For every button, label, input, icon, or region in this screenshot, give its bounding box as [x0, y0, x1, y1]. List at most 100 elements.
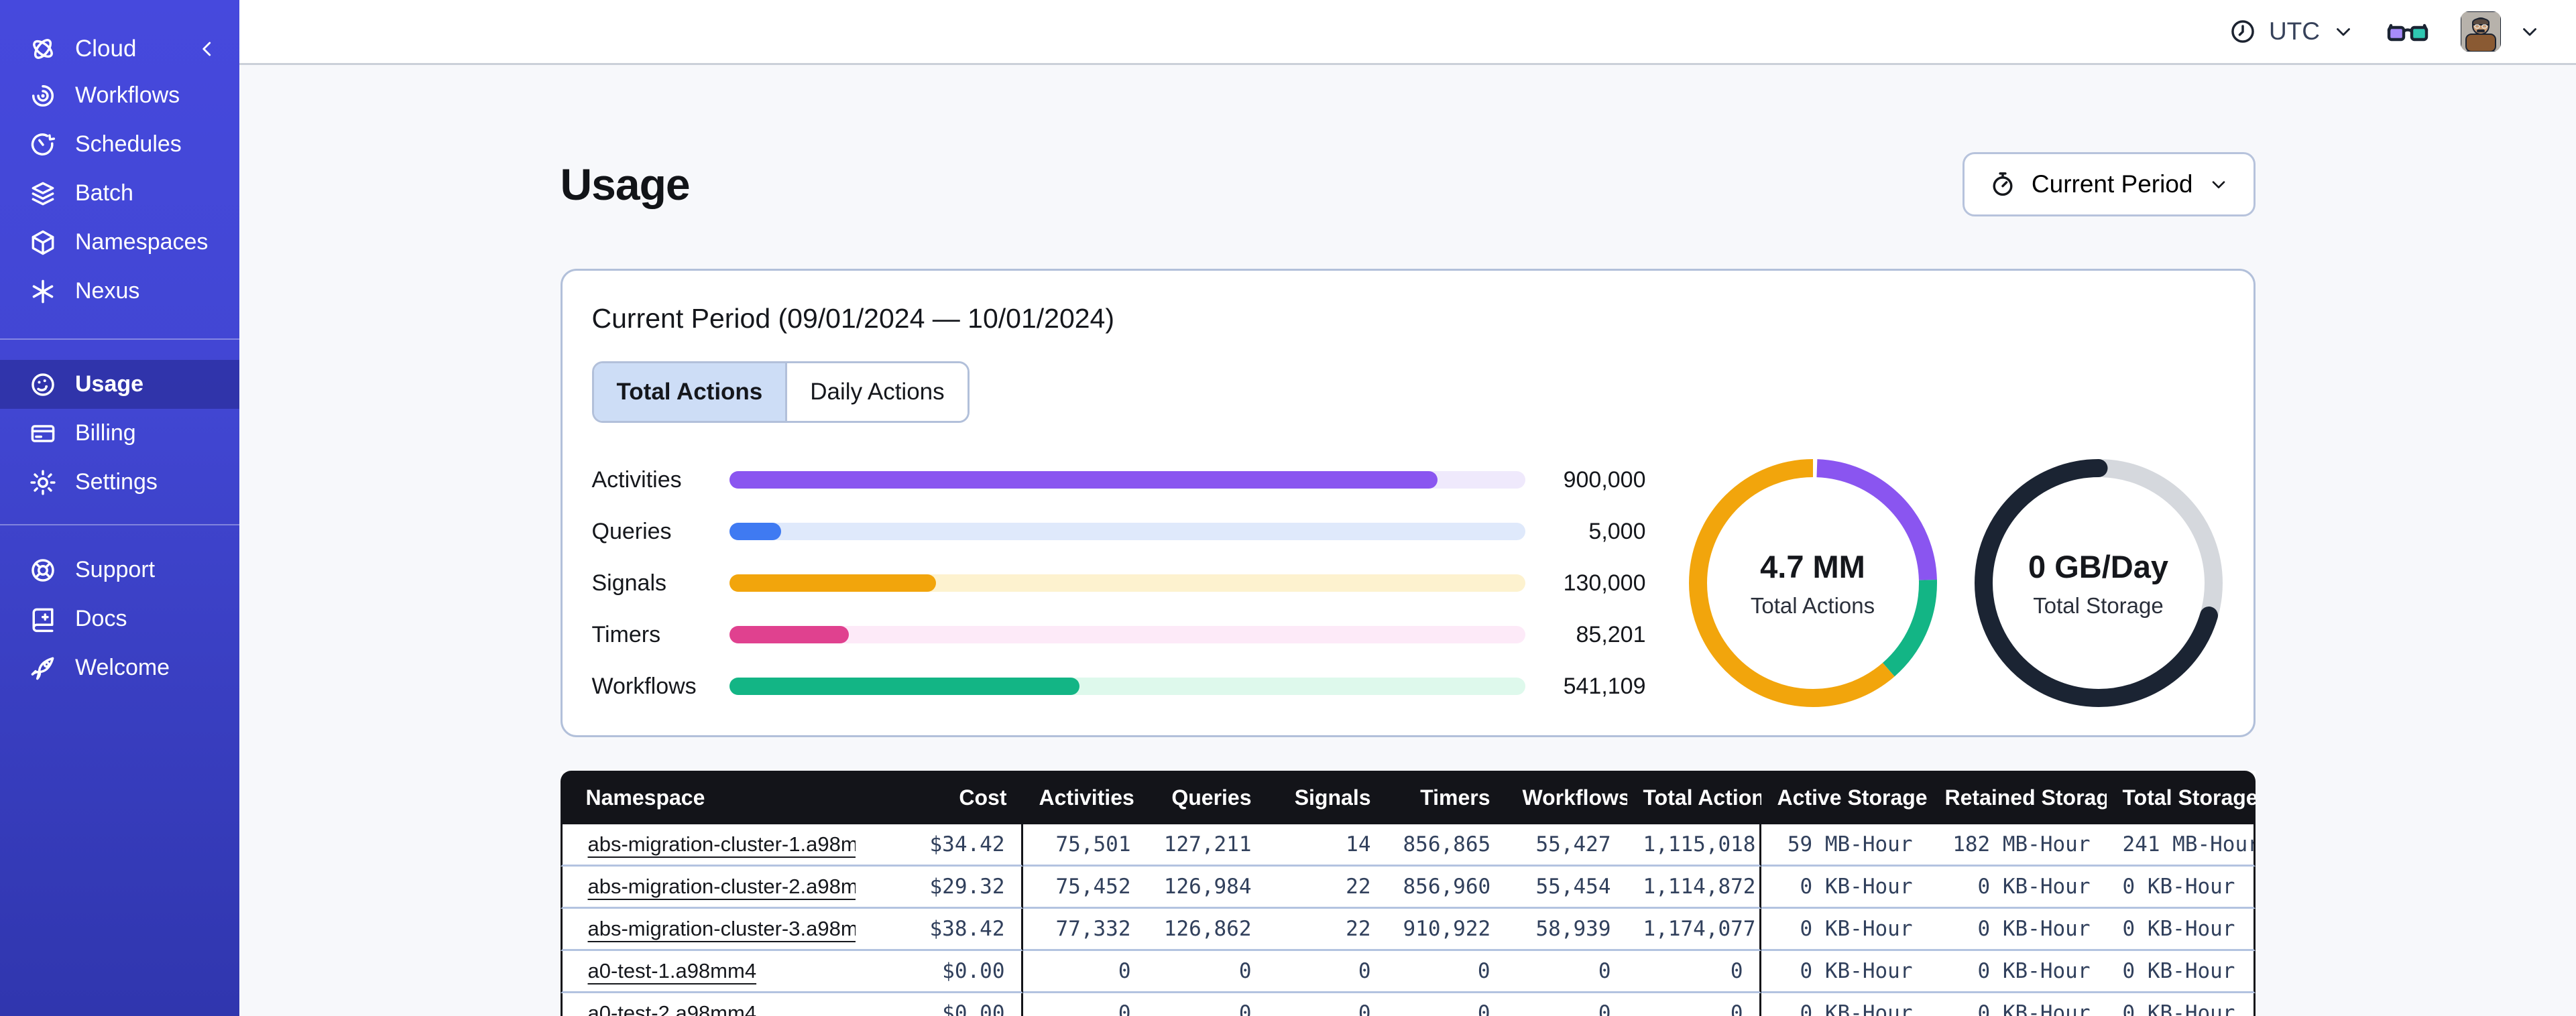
- sidebar-item-namespaces[interactable]: Namespaces: [0, 218, 239, 267]
- column-header: Queries: [1147, 771, 1268, 824]
- value-cell: 77,332: [1022, 909, 1147, 951]
- column-header: Cost: [855, 771, 1023, 824]
- value-cell: 75,501: [1022, 824, 1147, 867]
- bar-fill: [729, 471, 1438, 489]
- sidebar-item-label: Support: [75, 557, 156, 582]
- page-title: Usage: [560, 160, 691, 209]
- value-cell: 127,211: [1147, 824, 1268, 867]
- bar-track: [729, 574, 1525, 592]
- value-cell: 0: [1147, 993, 1268, 1016]
- avatar[interactable]: [2461, 11, 2501, 52]
- sidebar-item-settings[interactable]: Settings: [0, 458, 239, 507]
- value-cell: 0 KB-Hour: [2106, 993, 2256, 1016]
- value-cell: $29.32: [855, 867, 1023, 909]
- value-cell: 0 KB-Hour: [1761, 909, 1929, 951]
- value-cell: 0: [1387, 993, 1507, 1016]
- user-menu[interactable]: [2461, 11, 2541, 52]
- table-row: a0-test-1.a98mm4 $0.00 0 0 0 0 0 0 0 KB-Hour 0 KB…: [560, 951, 2256, 993]
- namespace-link[interactable]: abs-migration-cluster-3.a98mm4: [588, 917, 856, 940]
- sidebar-item-label: Batch: [75, 180, 133, 206]
- page-head: Usage Current Period: [561, 152, 2256, 216]
- sidebar-item-docs[interactable]: Docs: [0, 594, 239, 643]
- bar-track: [729, 471, 1525, 489]
- sidebar-brand: Cloud: [0, 27, 239, 71]
- sidebar-item-label: Usage: [75, 371, 144, 397]
- bar-track: [729, 626, 1525, 643]
- bar-category-label: Queries: [591, 518, 672, 544]
- value-cell: $0.00: [855, 951, 1023, 993]
- sidebar-item-label: Billing: [75, 420, 136, 446]
- bar-value: 130,000: [1563, 570, 1646, 596]
- chevron-left-icon[interactable]: [195, 37, 219, 61]
- column-header: Active Storage: [1761, 771, 1929, 824]
- value-cell: 126,984: [1147, 867, 1268, 909]
- nexus-asterisk-icon: [28, 277, 58, 306]
- period-dropdown-button[interactable]: Current Period: [1962, 152, 2256, 216]
- value-cell: 0 KB-Hour: [2106, 951, 2256, 993]
- namespace-link[interactable]: abs-migration-cluster-2.a98mm4: [588, 875, 856, 898]
- sidebar-item-workflows[interactable]: Workflows: [0, 71, 239, 120]
- value-cell: 55,454: [1506, 867, 1627, 909]
- value-cell: 0: [1506, 951, 1627, 993]
- value-cell: 1,115,018: [1627, 824, 1761, 867]
- usage-bar-row: Queries 5,000: [592, 519, 1646, 545]
- value-cell: 910,922: [1387, 909, 1507, 951]
- namespace-link[interactable]: abs-migration-cluster-1.a98mm4: [588, 832, 856, 856]
- usage-bar-row: Timers 85,201: [592, 622, 1646, 648]
- sidebar-item-schedules[interactable]: Schedules: [0, 120, 239, 169]
- donut-charts: 4.7 MM Total Actions 0 GB/Day Total Stor…: [1688, 459, 2223, 707]
- value-cell: 0 KB-Hour: [1928, 951, 2107, 993]
- sidebar-item-usage[interactable]: Usage: [0, 360, 239, 409]
- table-row: abs-migration-cluster-1.a98mm4$34.4275,5…: [560, 824, 2256, 867]
- donut-total-storage-value: 0 GB/Day: [2028, 548, 2168, 584]
- namespace-link[interactable]: a0-test-1.a98mm4: [588, 959, 757, 982]
- glasses-icon: [2387, 23, 2428, 42]
- donut-total-storage-label: Total Storage: [2033, 592, 2164, 618]
- table-header-row: Namespace Cost Activities Queries Signals Tim…: [560, 771, 2256, 824]
- temporal-logo-icon: [28, 34, 58, 64]
- app-root: Cloud Workflows Schedules Batch Namespac…: [0, 0, 2576, 1016]
- bar-category-label: Activities: [591, 466, 682, 493]
- usage-chart: Activities 900,000 Queries 5,000 Signals 130,…: [592, 459, 2224, 707]
- topbar: UTC: [239, 0, 2576, 65]
- value-cell: 58,939: [1506, 909, 1627, 951]
- sidebar-item-batch[interactable]: Batch: [0, 169, 239, 218]
- value-cell: 0 KB-Hour: [2106, 867, 2256, 909]
- value-cell: 0: [1267, 993, 1387, 1016]
- settings-gear-icon: [28, 468, 58, 497]
- value-cell: 0: [1387, 951, 1507, 993]
- usage-bar-row: Workflows 541,109: [592, 674, 1646, 700]
- bar-value: 541,109: [1563, 673, 1646, 699]
- value-cell: 22: [1267, 867, 1387, 909]
- value-cell: 0 KB-Hour: [1928, 993, 2107, 1016]
- timezone-select[interactable]: UTC: [2229, 17, 2355, 46]
- value-cell: 0: [1267, 951, 1387, 993]
- sidebar-item-support[interactable]: Support: [0, 546, 239, 594]
- table-row: abs-migration-cluster-2.a98mm4$29.3275,4…: [560, 867, 2256, 909]
- card-title: Current Period (09/01/2024 — 10/01/2024): [591, 303, 1115, 334]
- sidebar-item-label: Settings: [75, 469, 158, 495]
- glasses-button[interactable]: [2387, 17, 2428, 46]
- sidebar-divider: [0, 524, 239, 525]
- sidebar-item-billing[interactable]: Billing: [0, 409, 239, 458]
- workflows-spiral-icon: [28, 81, 58, 111]
- namespace-cell: abs-migration-cluster-2.a98mm4: [560, 867, 856, 909]
- sidebar-divider: [0, 338, 239, 340]
- value-cell: 22: [1267, 909, 1387, 951]
- value-cell: 59 MB-Hour: [1761, 824, 1929, 867]
- namespace-cell: abs-migration-cluster-3.a98mm4: [560, 909, 856, 951]
- sidebar-item-label: Docs: [75, 606, 127, 631]
- content: Usage Current Period Current Period (09/…: [239, 65, 2576, 1016]
- chevron-down-icon: [2212, 181, 2225, 188]
- bar-fill: [729, 574, 937, 592]
- column-header: Signals: [1267, 771, 1387, 824]
- value-cell: 0: [1022, 993, 1147, 1016]
- sidebar-item-label: Namespaces: [75, 229, 209, 255]
- sidebar-item-welcome[interactable]: Welcome: [0, 643, 239, 692]
- table-row: a0-test-2.a98mm4 $0.00 0 0 0 0 0 0 0 KB-Hour 0 KB…: [560, 993, 2256, 1016]
- sidebar-item-nexus[interactable]: Nexus: [0, 267, 239, 316]
- namespace-link[interactable]: a0-test-2.a98mm4: [588, 1001, 757, 1016]
- table-body: abs-migration-cluster-1.a98mm4$34.4275,5…: [560, 824, 2256, 1016]
- tab-total-actions[interactable]: Total Actions: [593, 363, 788, 421]
- tab-daily-actions[interactable]: Daily Actions: [787, 363, 968, 421]
